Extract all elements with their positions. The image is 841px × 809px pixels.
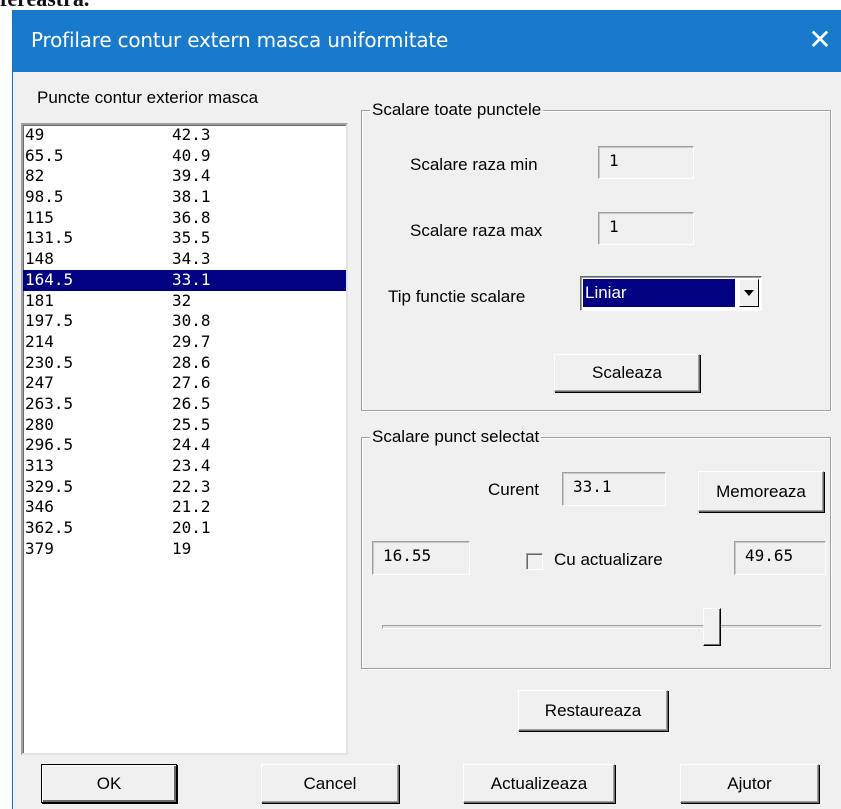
list-item-x: 197.5 — [25, 311, 74, 331]
list-item-y: 28.6 — [172, 352, 211, 372]
list-item-y: 25.5 — [172, 414, 211, 434]
close-icon[interactable]: ✕ — [805, 24, 835, 56]
list-item-x: 148 — [25, 249, 54, 269]
current-label: Curent — [488, 480, 540, 499]
list-item-y: 21.2 — [172, 497, 211, 517]
list-item[interactable]: 263.5 26.5 — [23, 394, 346, 415]
list-item-y: 29.7 — [172, 331, 211, 351]
list-item[interactable]: 379 19 — [23, 539, 346, 560]
list-item-x: 131.5 — [25, 228, 74, 248]
list-item-x: 230.5 — [25, 352, 74, 372]
list-item[interactable]: 131.5 35.5 — [23, 228, 346, 249]
scale-function-select[interactable]: Liniar — [580, 276, 762, 311]
update-button[interactable]: Actualizeaza — [463, 764, 615, 803]
scale-selected-group: Scalare punct selectat Curent 33.1 Memor… — [361, 426, 831, 669]
update-checkbox[interactable] — [526, 553, 543, 570]
list-item-x: 280 — [25, 414, 54, 434]
scale-selected-legend: Scalare punct selectat — [370, 426, 542, 448]
points-listbox[interactable]: 49 42.3 65.5 40.9 82 39.4 98.5 38.1 115 36.8 131.5… — [21, 123, 348, 755]
list-item[interactable]: 181 32 — [23, 291, 346, 312]
list-item-y: 40.9 — [172, 145, 211, 165]
list-item-x: 98.5 — [25, 187, 64, 207]
title-bar[interactable]: Profilare contur extern masca uniformita… — [13, 10, 841, 72]
list-item[interactable]: 148 34.3 — [23, 249, 346, 270]
list-item-x: 346 — [25, 497, 54, 517]
ok-button[interactable]: OK — [41, 764, 177, 803]
list-item-y: 22.3 — [172, 476, 211, 496]
list-item-x: 247 — [25, 373, 54, 393]
list-item-x: 214 — [25, 331, 54, 351]
list-item-x: 115 — [25, 207, 54, 227]
restore-button[interactable]: Restaureaza — [518, 690, 668, 731]
dialog-window: Profilare contur extern masca uniformita… — [12, 10, 841, 809]
list-item-x: 362.5 — [25, 518, 74, 538]
scale-function-value: Liniar — [583, 279, 735, 307]
list-item-y: 32 — [172, 290, 192, 310]
current-value-field[interactable]: 33.1 — [562, 472, 666, 506]
list-item[interactable]: 164.5 33.1 — [23, 269, 346, 291]
list-item[interactable]: 230.5 28.6 — [23, 353, 346, 374]
list-item-y: 38.1 — [172, 187, 211, 207]
list-item-x: 263.5 — [25, 393, 74, 413]
dialog-body: Puncte contur exterior masca 49 42.3 65.5 4… — [13, 72, 841, 809]
list-item-x: 329.5 — [25, 476, 74, 496]
list-item-y: 24.4 — [172, 435, 211, 455]
list-item[interactable]: 49 42.3 — [23, 125, 346, 146]
list-item-y: 19 — [172, 538, 192, 558]
list-item[interactable]: 65.5 40.9 — [23, 146, 346, 167]
scale-button[interactable]: Scaleaza — [554, 354, 700, 392]
chevron-down-icon[interactable] — [739, 279, 759, 307]
list-item[interactable]: 280 25.5 — [23, 415, 346, 436]
list-item[interactable]: 214 29.7 — [23, 332, 346, 353]
list-item-y: 33.1 — [172, 269, 211, 289]
list-item-x: 296.5 — [25, 435, 74, 455]
slider-thumb[interactable] — [703, 608, 721, 646]
list-item-x: 82 — [25, 166, 45, 186]
memorize-button[interactable]: Memoreaza — [698, 471, 824, 512]
list-item[interactable]: 313 23.4 — [23, 456, 346, 477]
list-item-y: 30.8 — [172, 311, 211, 331]
list-item-x: 379 — [25, 538, 54, 558]
update-label[interactable]: Cu actualizare — [554, 550, 663, 570]
cancel-button[interactable]: Cancel — [261, 764, 399, 803]
list-item-y: 35.5 — [172, 228, 211, 248]
list-item-y: 20.1 — [172, 518, 211, 538]
list-item[interactable]: 247 27.6 — [23, 373, 346, 394]
scale-all-group: Scalare toate punctele Scalare raza min … — [361, 99, 831, 411]
list-item-x: 313 — [25, 456, 54, 475]
list-item[interactable]: 82 39.4 — [23, 166, 346, 187]
list-item-y: 36.8 — [172, 207, 211, 227]
scale-min-field[interactable]: 1 — [598, 146, 694, 179]
page-text-fragment: fereastra. — [0, 0, 300, 10]
list-item-y: 34.3 — [172, 249, 211, 269]
list-label: Puncte contur exterior masca — [37, 88, 259, 107]
list-item[interactable]: 296.5 24.4 — [23, 435, 346, 456]
list-item[interactable]: 346 21.2 — [23, 497, 346, 518]
list-item-x: 65.5 — [25, 145, 64, 165]
list-item-x: 181 — [25, 290, 54, 310]
scale-max-label: Scalare raza max — [410, 221, 543, 240]
slider-track[interactable] — [382, 625, 822, 629]
list-item-y: 27.6 — [172, 373, 211, 393]
list-item-y: 39.4 — [172, 166, 211, 186]
scale-max-readout: 49.65 — [734, 541, 826, 575]
scale-min-label: Scalare raza min — [410, 155, 538, 174]
list-item-y: 23.4 — [172, 456, 211, 475]
dialog-title: Profilare contur extern masca uniformita… — [31, 28, 449, 52]
list-item[interactable]: 362.5 20.1 — [23, 518, 346, 539]
scale-function-label: Tip functie scalare — [388, 287, 526, 306]
list-item-y: 42.3 — [172, 125, 211, 144]
list-item-y: 26.5 — [172, 393, 211, 413]
list-item[interactable]: 197.5 30.8 — [23, 311, 346, 332]
scale-max-field[interactable]: 1 — [598, 212, 694, 245]
list-item[interactable]: 98.5 38.1 — [23, 187, 346, 208]
list-item-x: 164.5 — [25, 269, 74, 289]
list-item-x: 49 — [25, 125, 45, 144]
scale-all-legend: Scalare toate punctele — [370, 99, 544, 121]
scale-min-readout: 16.55 — [372, 541, 470, 575]
list-item[interactable]: 115 36.8 — [23, 208, 346, 229]
list-item[interactable]: 329.5 22.3 — [23, 477, 346, 498]
help-button[interactable]: Ajutor — [680, 764, 819, 803]
